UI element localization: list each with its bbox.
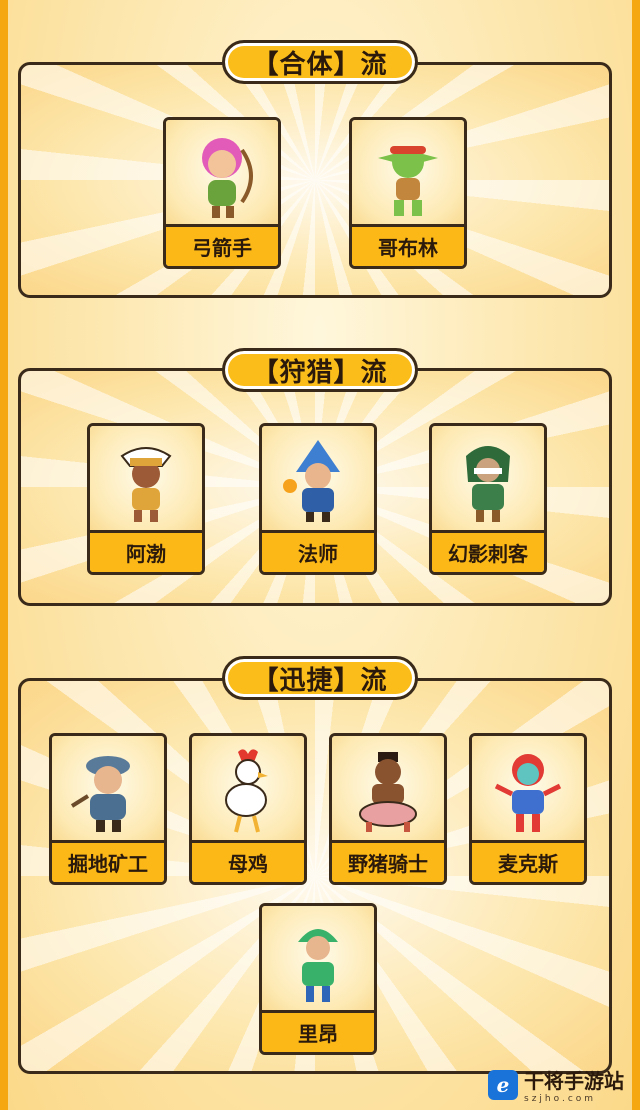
card-max[interactable]: 麦克斯 [469,733,587,885]
max-icon [472,736,584,843]
section-title-hunt: 【狩猎】流 [222,348,418,392]
watermark-text: 干将手游站 szjho.com [524,1065,624,1104]
card-leon[interactable]: 里昂 [259,903,377,1055]
right-border-stripe [632,0,640,1110]
card-archer[interactable]: 弓箭手 [163,117,281,269]
card-label: 哥布林 [352,224,464,266]
leon-icon [262,906,374,1013]
goblin-icon [352,120,464,227]
card-wizard[interactable]: 法师 [259,423,377,575]
site-logo-icon: ℯ [488,1069,518,1100]
card-label: 母鸡 [192,840,304,882]
card-hog-rider[interactable]: 野猪骑士 [329,733,447,885]
archer-icon [166,120,278,227]
card-miner[interactable]: 掘地矿工 [49,733,167,885]
card-label: 幻影刺客 [432,530,544,572]
wizard-icon [262,426,374,533]
section-title-fusion: 【合体】流 [222,40,418,84]
watermark-title: 干将手游站 [524,1069,624,1093]
card-label: 阿渤 [90,530,202,572]
card-label: 法师 [262,530,374,572]
section-fusion: 弓箭手 哥布林 [18,62,612,298]
card-label: 里昂 [262,1010,374,1052]
watermark: ℯ 干将手游站 szjho.com [488,1065,624,1104]
section-hunt: 阿渤 法师 幻影刺客 [18,368,612,606]
left-border-stripe [0,0,8,1110]
card-hen[interactable]: 母鸡 [189,733,307,885]
bo-icon [90,426,202,533]
watermark-url: szjho.com [524,1094,597,1104]
card-phantom-assassin[interactable]: 幻影刺客 [429,423,547,575]
miner-icon [52,736,164,843]
card-label: 野猪骑士 [332,840,444,882]
card-label: 麦克斯 [472,840,584,882]
page: 弓箭手 哥布林 【合体】流 阿渤 法师 幻影刺客 【狩猎】流 掘地矿工 母鸡 野… [8,0,632,1110]
card-bo[interactable]: 阿渤 [87,423,205,575]
hog-rider-icon [332,736,444,843]
hen-icon [192,736,304,843]
card-label: 掘地矿工 [52,840,164,882]
card-label: 弓箭手 [166,224,278,266]
section-title-swift: 【迅捷】流 [222,656,418,700]
phantom-assassin-icon [432,426,544,533]
section-swift: 掘地矿工 母鸡 野猪骑士 麦克斯 里昂 [18,678,612,1074]
card-goblin[interactable]: 哥布林 [349,117,467,269]
